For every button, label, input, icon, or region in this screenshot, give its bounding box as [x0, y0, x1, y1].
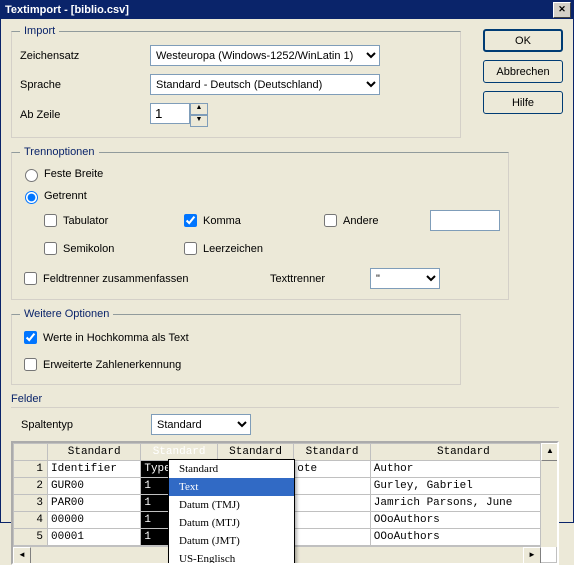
- coltype-dropdown-menu[interactable]: StandardTextDatum (TMJ)Datum (MTJ)Datum …: [168, 459, 295, 565]
- separated-radio[interactable]: [25, 191, 38, 204]
- scroll-right-icon[interactable]: ►: [523, 547, 541, 565]
- dropdown-item[interactable]: Datum (MTJ): [169, 514, 294, 532]
- grid-cell[interactable]: 00000: [48, 512, 141, 529]
- language-label: Sprache: [20, 79, 150, 91]
- grid-cell[interactable]: Jamrich Parsons, June: [370, 495, 556, 512]
- grid-cell[interactable]: Author: [370, 461, 556, 478]
- grid-cell[interactable]: [294, 512, 370, 529]
- fixed-radio[interactable]: [25, 169, 38, 182]
- grid-cell[interactable]: 00001: [48, 529, 141, 546]
- language-select[interactable]: Standard - Deutsch (Deutschland): [150, 74, 380, 95]
- grid-cell[interactable]: [294, 478, 370, 495]
- fromrow-spinner[interactable]: ▲▼: [150, 103, 208, 127]
- charset-label: Zeichensatz: [20, 50, 150, 62]
- grid-cell[interactable]: OOoAuthors: [370, 529, 556, 546]
- column-header[interactable]: Standard: [141, 444, 217, 461]
- grid-cell[interactable]: Gurley, Gabriel: [370, 478, 556, 495]
- fromrow-label: Ab Zeile: [20, 109, 150, 121]
- grid-cell[interactable]: [294, 495, 370, 512]
- ok-button[interactable]: OK: [483, 29, 563, 52]
- column-header[interactable]: Standard: [217, 444, 293, 461]
- other-legend: Weitere Optionen: [20, 308, 113, 320]
- column-header[interactable]: Standard: [294, 444, 370, 461]
- space-checkbox[interactable]: [184, 242, 197, 255]
- dropdown-item[interactable]: Text: [169, 478, 294, 496]
- cancel-button[interactable]: Abbrechen: [483, 60, 563, 83]
- row-number: 3: [14, 495, 48, 512]
- grid-corner: [14, 444, 48, 461]
- dropdown-item[interactable]: US-Englisch: [169, 550, 294, 565]
- dropdown-item[interactable]: Standard: [169, 460, 294, 478]
- comma-checkbox[interactable]: [184, 214, 197, 227]
- column-header[interactable]: Standard: [48, 444, 141, 461]
- dropdown-item[interactable]: Datum (JMT): [169, 532, 294, 550]
- separated-label: Getrennt: [44, 190, 87, 202]
- separator-group: Trennoptionen Feste Breite Getrennt Tabu…: [11, 146, 509, 300]
- coltype-select[interactable]: Standard: [151, 414, 251, 435]
- textdelim-label: Texttrenner: [270, 273, 370, 285]
- detect-checkbox[interactable]: [24, 358, 37, 371]
- grid-cell[interactable]: GUR00: [48, 478, 141, 495]
- scroll-left-icon[interactable]: ◄: [13, 547, 31, 565]
- import-group: Import Zeichensatz Westeuropa (Windows-1…: [11, 25, 461, 138]
- other-group: Weitere Optionen Werte in Hochkomma als …: [11, 308, 461, 385]
- charset-select[interactable]: Westeuropa (Windows-1252/WinLatin 1): [150, 45, 380, 66]
- separator-legend: Trennoptionen: [20, 146, 99, 158]
- close-button[interactable]: ✕: [553, 2, 571, 18]
- grid-cell[interactable]: [294, 529, 370, 546]
- grid-cell[interactable]: OOoAuthors: [370, 512, 556, 529]
- import-legend: Import: [20, 25, 59, 37]
- coltype-label: Spaltentyp: [21, 419, 151, 431]
- row-number: 1: [14, 461, 48, 478]
- tab-checkbox[interactable]: [44, 214, 57, 227]
- column-header[interactable]: Standard: [370, 444, 556, 461]
- title-bar: Textimport - [biblio.csv] ✕: [1, 1, 573, 19]
- semicolon-checkbox[interactable]: [44, 242, 57, 255]
- quoted-checkbox[interactable]: [24, 331, 37, 344]
- textdelim-select[interactable]: ": [370, 268, 440, 289]
- other-checkbox[interactable]: [324, 214, 337, 227]
- row-number: 2: [14, 478, 48, 495]
- merge-checkbox[interactable]: [24, 272, 37, 285]
- other-input[interactable]: [430, 210, 500, 231]
- dropdown-item[interactable]: Datum (TMJ): [169, 496, 294, 514]
- grid-cell[interactable]: PAR00: [48, 495, 141, 512]
- fixed-label: Feste Breite: [44, 168, 103, 180]
- help-button[interactable]: Hilfe: [483, 91, 563, 114]
- grid-cell[interactable]: ote: [294, 461, 370, 478]
- window-title: Textimport - [biblio.csv]: [3, 4, 553, 16]
- spin-down-icon[interactable]: ▼: [190, 115, 208, 127]
- preview-grid[interactable]: StandardStandardStandardStandardStandard…: [11, 441, 559, 565]
- scrollbar-vertical[interactable]: ▲: [540, 443, 557, 547]
- spin-up-icon[interactable]: ▲: [190, 103, 208, 115]
- row-number: 5: [14, 529, 48, 546]
- scroll-up-icon[interactable]: ▲: [541, 443, 559, 461]
- grid-cell[interactable]: Identifier: [48, 461, 141, 478]
- row-number: 4: [14, 512, 48, 529]
- fields-legend: Felder: [11, 393, 559, 408]
- fromrow-input[interactable]: [150, 103, 190, 124]
